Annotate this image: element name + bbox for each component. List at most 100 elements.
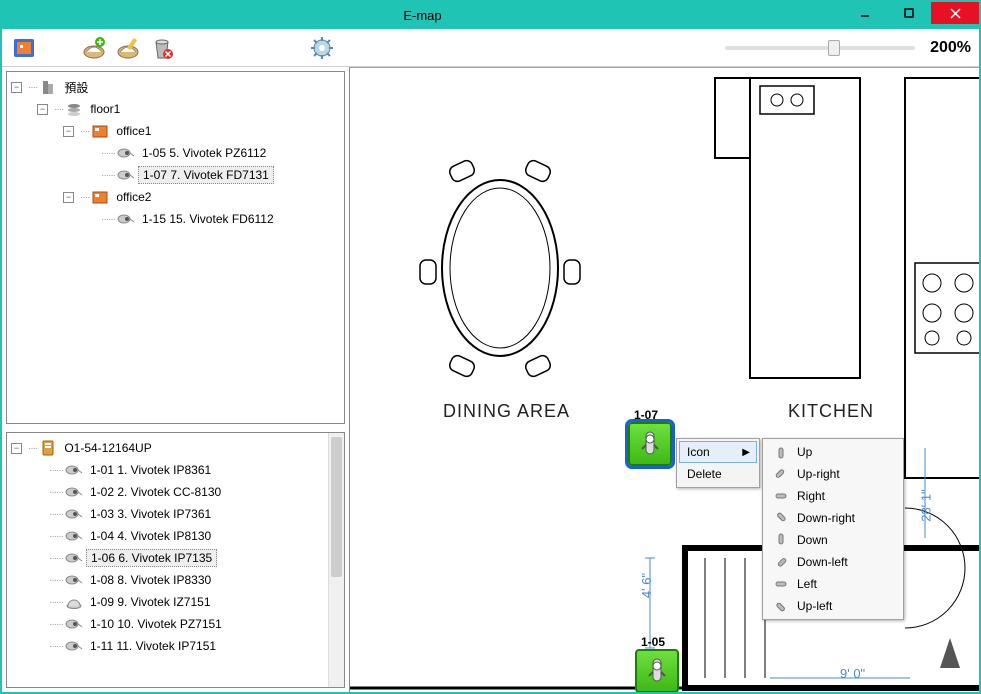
dir-item-up[interactable]: Up: [765, 441, 901, 463]
camera-marker-107[interactable]: [628, 422, 672, 466]
camera-icon: [65, 550, 83, 566]
cam-105-label: 1-05: [641, 635, 665, 649]
zoom-value: 200%: [923, 39, 971, 57]
device-item[interactable]: ······1-10 10. Vivotek PZ7151: [11, 613, 340, 635]
maximize-button[interactable]: [887, 2, 931, 24]
expander-icon[interactable]: −: [37, 104, 48, 115]
tree-root[interactable]: 預設: [60, 78, 92, 97]
dir-item-up-right[interactable]: Up-right: [765, 463, 901, 485]
dir-item-right[interactable]: Right: [765, 485, 901, 507]
map-icon: [91, 123, 109, 139]
direction-icon: [773, 466, 789, 482]
dir-label: Down-right: [797, 511, 855, 525]
tree-cam[interactable]: 1-15 15. Vivotek FD6112: [138, 211, 278, 227]
device-item[interactable]: ······1-08 8. Vivotek IP8330: [11, 569, 340, 591]
expander-icon[interactable]: −: [11, 443, 22, 454]
camera-icon: [65, 594, 83, 610]
dir-label: Down-left: [797, 555, 848, 569]
settings-button[interactable]: [308, 34, 336, 62]
camera-icon: [65, 528, 83, 544]
device-item-label: 1-10 10. Vivotek PZ7151: [86, 616, 226, 632]
tree-floor[interactable]: floor1: [86, 101, 124, 117]
dimension-9-0: 9' 0": [840, 666, 865, 681]
tree-office2[interactable]: office2: [112, 189, 155, 205]
direction-icon: [773, 444, 789, 460]
device-item-label: 1-08 8. Vivotek IP8330: [86, 572, 215, 588]
tree-cam-selected[interactable]: 1-07 7. Vivotek FD7131: [138, 166, 274, 184]
window-title: E-map: [2, 8, 843, 23]
map-tree-panel: − ···· 預設 − ···· floor1 − ····: [6, 71, 345, 424]
scrollbar-thumb[interactable]: [331, 437, 342, 577]
zoom-slider[interactable]: [725, 46, 915, 50]
zoom-slider-thumb[interactable]: [828, 40, 840, 56]
expander-icon[interactable]: −: [63, 126, 74, 137]
direction-icon: [773, 510, 789, 526]
camera-icon: [117, 211, 135, 227]
dir-label: Left: [797, 577, 817, 591]
direction-icon: [773, 598, 789, 614]
kitchen-label: KITCHEN: [788, 401, 874, 422]
camera-icon: [117, 145, 135, 161]
device-root[interactable]: O1-54-12164UP: [60, 440, 155, 456]
map-canvas[interactable]: DINING AREA KITCHEN DOW 4' 6" 28' 1" 9' …: [350, 67, 979, 692]
ctx-item-icon[interactable]: Icon ▶: [679, 441, 757, 463]
minimize-button[interactable]: [843, 2, 887, 24]
device-item-label: 1-11 11. Vivotek IP7151: [86, 638, 220, 654]
camera-icon: [65, 616, 83, 632]
ctx-icon-label: Icon: [687, 445, 710, 459]
camera-icon: [65, 506, 83, 522]
emap-icon-button[interactable]: [10, 34, 38, 62]
edit-map-button[interactable]: [114, 34, 142, 62]
chevron-right-icon: ▶: [742, 447, 750, 458]
dir-label: Down: [797, 533, 828, 547]
device-item-label: 1-09 9. Vivotek IZ7151: [86, 594, 215, 610]
direction-icon: [773, 488, 789, 504]
device-item[interactable]: ······1-09 9. Vivotek IZ7151: [11, 591, 340, 613]
camera-icon: [65, 462, 83, 478]
camera-icon: [65, 572, 83, 588]
dir-label: Up-right: [797, 467, 840, 481]
device-item[interactable]: ······1-01 1. Vivotek IP8361: [11, 459, 340, 481]
device-tree-panel: − ···· O1-54-12164UP ······1-01 1. Vivot…: [6, 432, 345, 688]
direction-icon: [773, 532, 789, 548]
titlebar: E-map: [2, 2, 979, 29]
map-icon: [91, 189, 109, 205]
dir-item-down-right[interactable]: Down-right: [765, 507, 901, 529]
camera-icon: [65, 484, 83, 500]
expander-icon[interactable]: −: [11, 82, 22, 93]
camera-icon: [65, 638, 83, 654]
tree-office1[interactable]: office1: [112, 123, 155, 139]
dir-label: Right: [797, 489, 825, 503]
device-item-label: 1-04 4. Vivotek IP8130: [86, 528, 215, 544]
dining-area-label: DINING AREA: [443, 401, 570, 422]
tree-cam[interactable]: 1-05 5. Vivotek PZ6112: [138, 145, 270, 161]
device-item[interactable]: ······1-04 4. Vivotek IP8130: [11, 525, 340, 547]
add-map-button[interactable]: [80, 34, 108, 62]
server-icon: [39, 440, 57, 456]
camera-marker-105[interactable]: [635, 649, 679, 692]
building-icon: [39, 79, 57, 95]
floor-icon: [65, 101, 83, 117]
expander-icon[interactable]: −: [63, 192, 74, 203]
close-button[interactable]: [931, 2, 979, 24]
device-item[interactable]: ······1-06 6. Vivotek IP7135: [11, 547, 340, 569]
context-menu: Icon ▶ Delete: [676, 438, 760, 488]
direction-icon: [773, 554, 789, 570]
delete-map-button[interactable]: [148, 34, 176, 62]
dir-item-left[interactable]: Left: [765, 573, 901, 595]
scrollbar[interactable]: [328, 433, 344, 687]
dimension-4-6: 4' 6": [639, 573, 654, 598]
device-item[interactable]: ······1-02 2. Vivotek CC-8130: [11, 481, 340, 503]
camera-icon: [117, 167, 135, 183]
dir-label: Up: [797, 445, 812, 459]
dir-item-up-left[interactable]: Up-left: [765, 595, 901, 617]
ctx-item-delete[interactable]: Delete: [679, 463, 757, 485]
device-item-label: 1-06 6. Vivotek IP7135: [86, 549, 217, 567]
device-item[interactable]: ······1-03 3. Vivotek IP7361: [11, 503, 340, 525]
dir-item-down-left[interactable]: Down-left: [765, 551, 901, 573]
dir-item-down[interactable]: Down: [765, 529, 901, 551]
device-item[interactable]: ······1-11 11. Vivotek IP7151: [11, 635, 340, 657]
direction-icon: [773, 576, 789, 592]
dir-label: Up-left: [797, 599, 832, 613]
device-item-label: 1-03 3. Vivotek IP7361: [86, 506, 215, 522]
